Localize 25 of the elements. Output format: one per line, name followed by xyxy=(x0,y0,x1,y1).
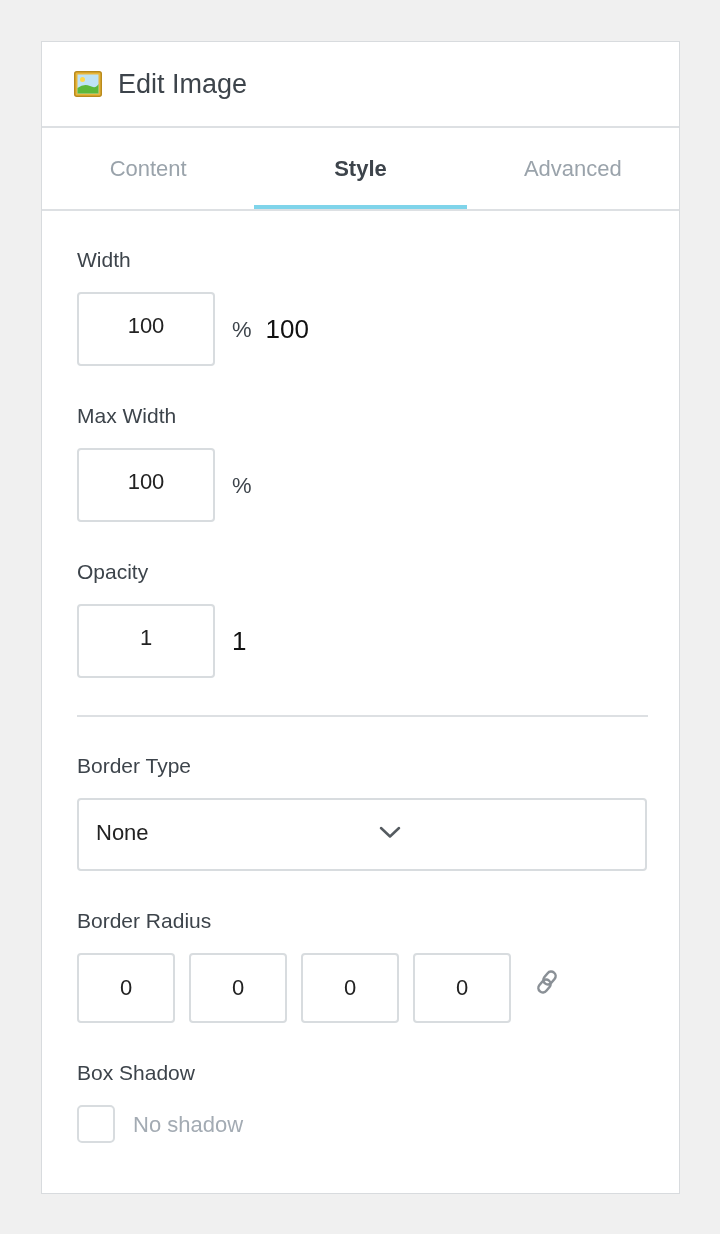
border-type-select[interactable]: None xyxy=(77,798,647,871)
tab[interactable]: Style xyxy=(254,128,467,209)
field-label: Opacity xyxy=(77,559,149,584)
unit-label: % xyxy=(232,471,252,500)
number-input[interactable]: 1 xyxy=(77,604,215,678)
unit-label: % xyxy=(232,315,252,344)
link-icon[interactable] xyxy=(535,969,559,995)
radius-input[interactable]: 0 xyxy=(301,953,399,1023)
field-label: Max Width xyxy=(77,403,177,428)
framed-picture-icon xyxy=(74,71,102,97)
field-label: Box Shadow xyxy=(77,1060,195,1085)
number-input[interactable]: 100 xyxy=(77,292,215,366)
radius-input[interactable]: 0 xyxy=(413,953,511,1023)
checkbox-label: No shadow xyxy=(133,1110,244,1139)
radius-input[interactable]: 0 xyxy=(189,953,287,1023)
value-readout: 1 xyxy=(232,624,247,658)
field-label: Border Type xyxy=(77,753,191,778)
value-readout: 100 xyxy=(265,312,309,346)
panel-title: Edit Image xyxy=(118,67,248,101)
number-input[interactable]: 100 xyxy=(77,448,215,522)
field-label: Border Radius xyxy=(77,908,212,933)
chevron-down-icon xyxy=(379,826,401,839)
field-label: Width xyxy=(77,247,131,272)
radius-input[interactable]: 0 xyxy=(77,953,175,1023)
checkbox[interactable] xyxy=(77,1105,115,1143)
